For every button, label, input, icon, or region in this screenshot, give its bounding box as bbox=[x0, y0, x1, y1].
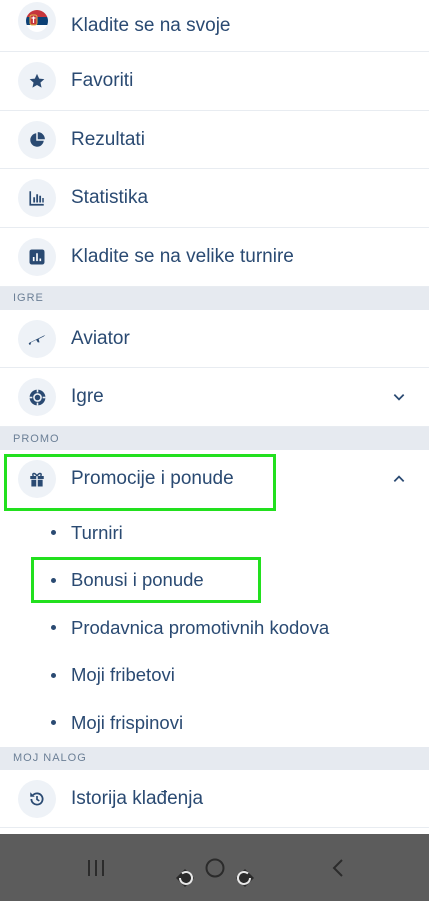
pie-chart-icon bbox=[18, 120, 56, 159]
bullet bbox=[51, 577, 56, 583]
stats-box-icon bbox=[18, 237, 56, 276]
gift-icon bbox=[18, 460, 56, 499]
submenu-item-label: Prodavnica promotivnih kodova bbox=[71, 616, 330, 638]
bar-chart-icon bbox=[18, 179, 56, 218]
menu-item-label: Statistika bbox=[71, 187, 149, 209]
menu-item-label: Promocije i ponude bbox=[71, 468, 234, 490]
bullet bbox=[51, 530, 56, 536]
submenu-item-label: Bonusi i ponude bbox=[71, 569, 204, 591]
menu-item-results[interactable]: Rezultati bbox=[0, 110, 429, 170]
menu-item-bet-history[interactable]: Istorija klađenja bbox=[0, 769, 429, 829]
bullet bbox=[51, 625, 56, 631]
menu-item-statistics[interactable]: Statistika bbox=[0, 169, 429, 229]
menu-item-favorites[interactable]: Favoriti bbox=[0, 52, 429, 111]
chip-icon bbox=[18, 378, 56, 417]
section-header-promo: PROMO bbox=[0, 427, 429, 451]
section-header-igre: IGRE bbox=[0, 286, 429, 310]
menu-item-label: Favoriti bbox=[71, 69, 134, 91]
menu-item-promotions[interactable]: Promocije i ponude bbox=[0, 450, 429, 509]
recent-apps-icon[interactable] bbox=[84, 854, 108, 882]
submenu-item-label: Moji fribetovi bbox=[71, 664, 175, 686]
submenu-item-label: Turniri bbox=[71, 521, 123, 543]
menu-item-big-tournaments[interactable]: Kladite se na velike turnire bbox=[0, 228, 429, 287]
chevron-down-icon[interactable] bbox=[389, 387, 409, 407]
menu-item-aviator[interactable]: Aviator bbox=[0, 309, 429, 369]
side-menu: Kladite se na svoje Favoriti Rezultati S… bbox=[0, 0, 429, 829]
menu-item-label: Istorija klađenja bbox=[71, 787, 204, 809]
back-icon[interactable] bbox=[326, 854, 350, 882]
bullet bbox=[51, 672, 56, 678]
submenu-item-tournaments[interactable]: Turniri bbox=[0, 508, 429, 557]
submenu-item-freebets[interactable]: Moji fribetovi bbox=[0, 651, 429, 700]
rotate-left-icon[interactable] bbox=[170, 864, 200, 892]
serbia-flag-icon bbox=[18, 2, 56, 40]
star-icon bbox=[18, 61, 56, 100]
menu-item-bet-local[interactable]: Kladite se na svoje bbox=[0, 0, 429, 52]
chevron-up-icon[interactable] bbox=[389, 469, 409, 489]
menu-item-label: Kladite se na svoje bbox=[71, 14, 231, 36]
submenu-item-promo-code-shop[interactable]: Prodavnica promotivnih kodova bbox=[0, 604, 429, 652]
rotate-right-icon[interactable] bbox=[230, 864, 260, 892]
menu-item-label: Aviator bbox=[71, 327, 130, 349]
plane-icon bbox=[18, 319, 56, 358]
submenu-item-label: Moji frispinovi bbox=[71, 711, 184, 733]
bullet bbox=[51, 720, 56, 726]
home-icon[interactable] bbox=[203, 854, 227, 882]
menu-item-label: Kladite se na velike turnire bbox=[71, 245, 294, 267]
menu-item-label: Igre bbox=[71, 386, 104, 408]
submenu-item-freespins[interactable]: Moji frispinovi bbox=[0, 699, 429, 747]
section-header-account: MOJ NALOG bbox=[0, 746, 429, 770]
menu-item-games[interactable]: Igre bbox=[0, 368, 429, 428]
menu-item-label: Rezultati bbox=[71, 128, 145, 150]
history-icon bbox=[18, 779, 56, 818]
system-nav-bar bbox=[0, 834, 429, 901]
submenu-item-bonuses[interactable]: Bonusi i ponude bbox=[0, 556, 429, 604]
